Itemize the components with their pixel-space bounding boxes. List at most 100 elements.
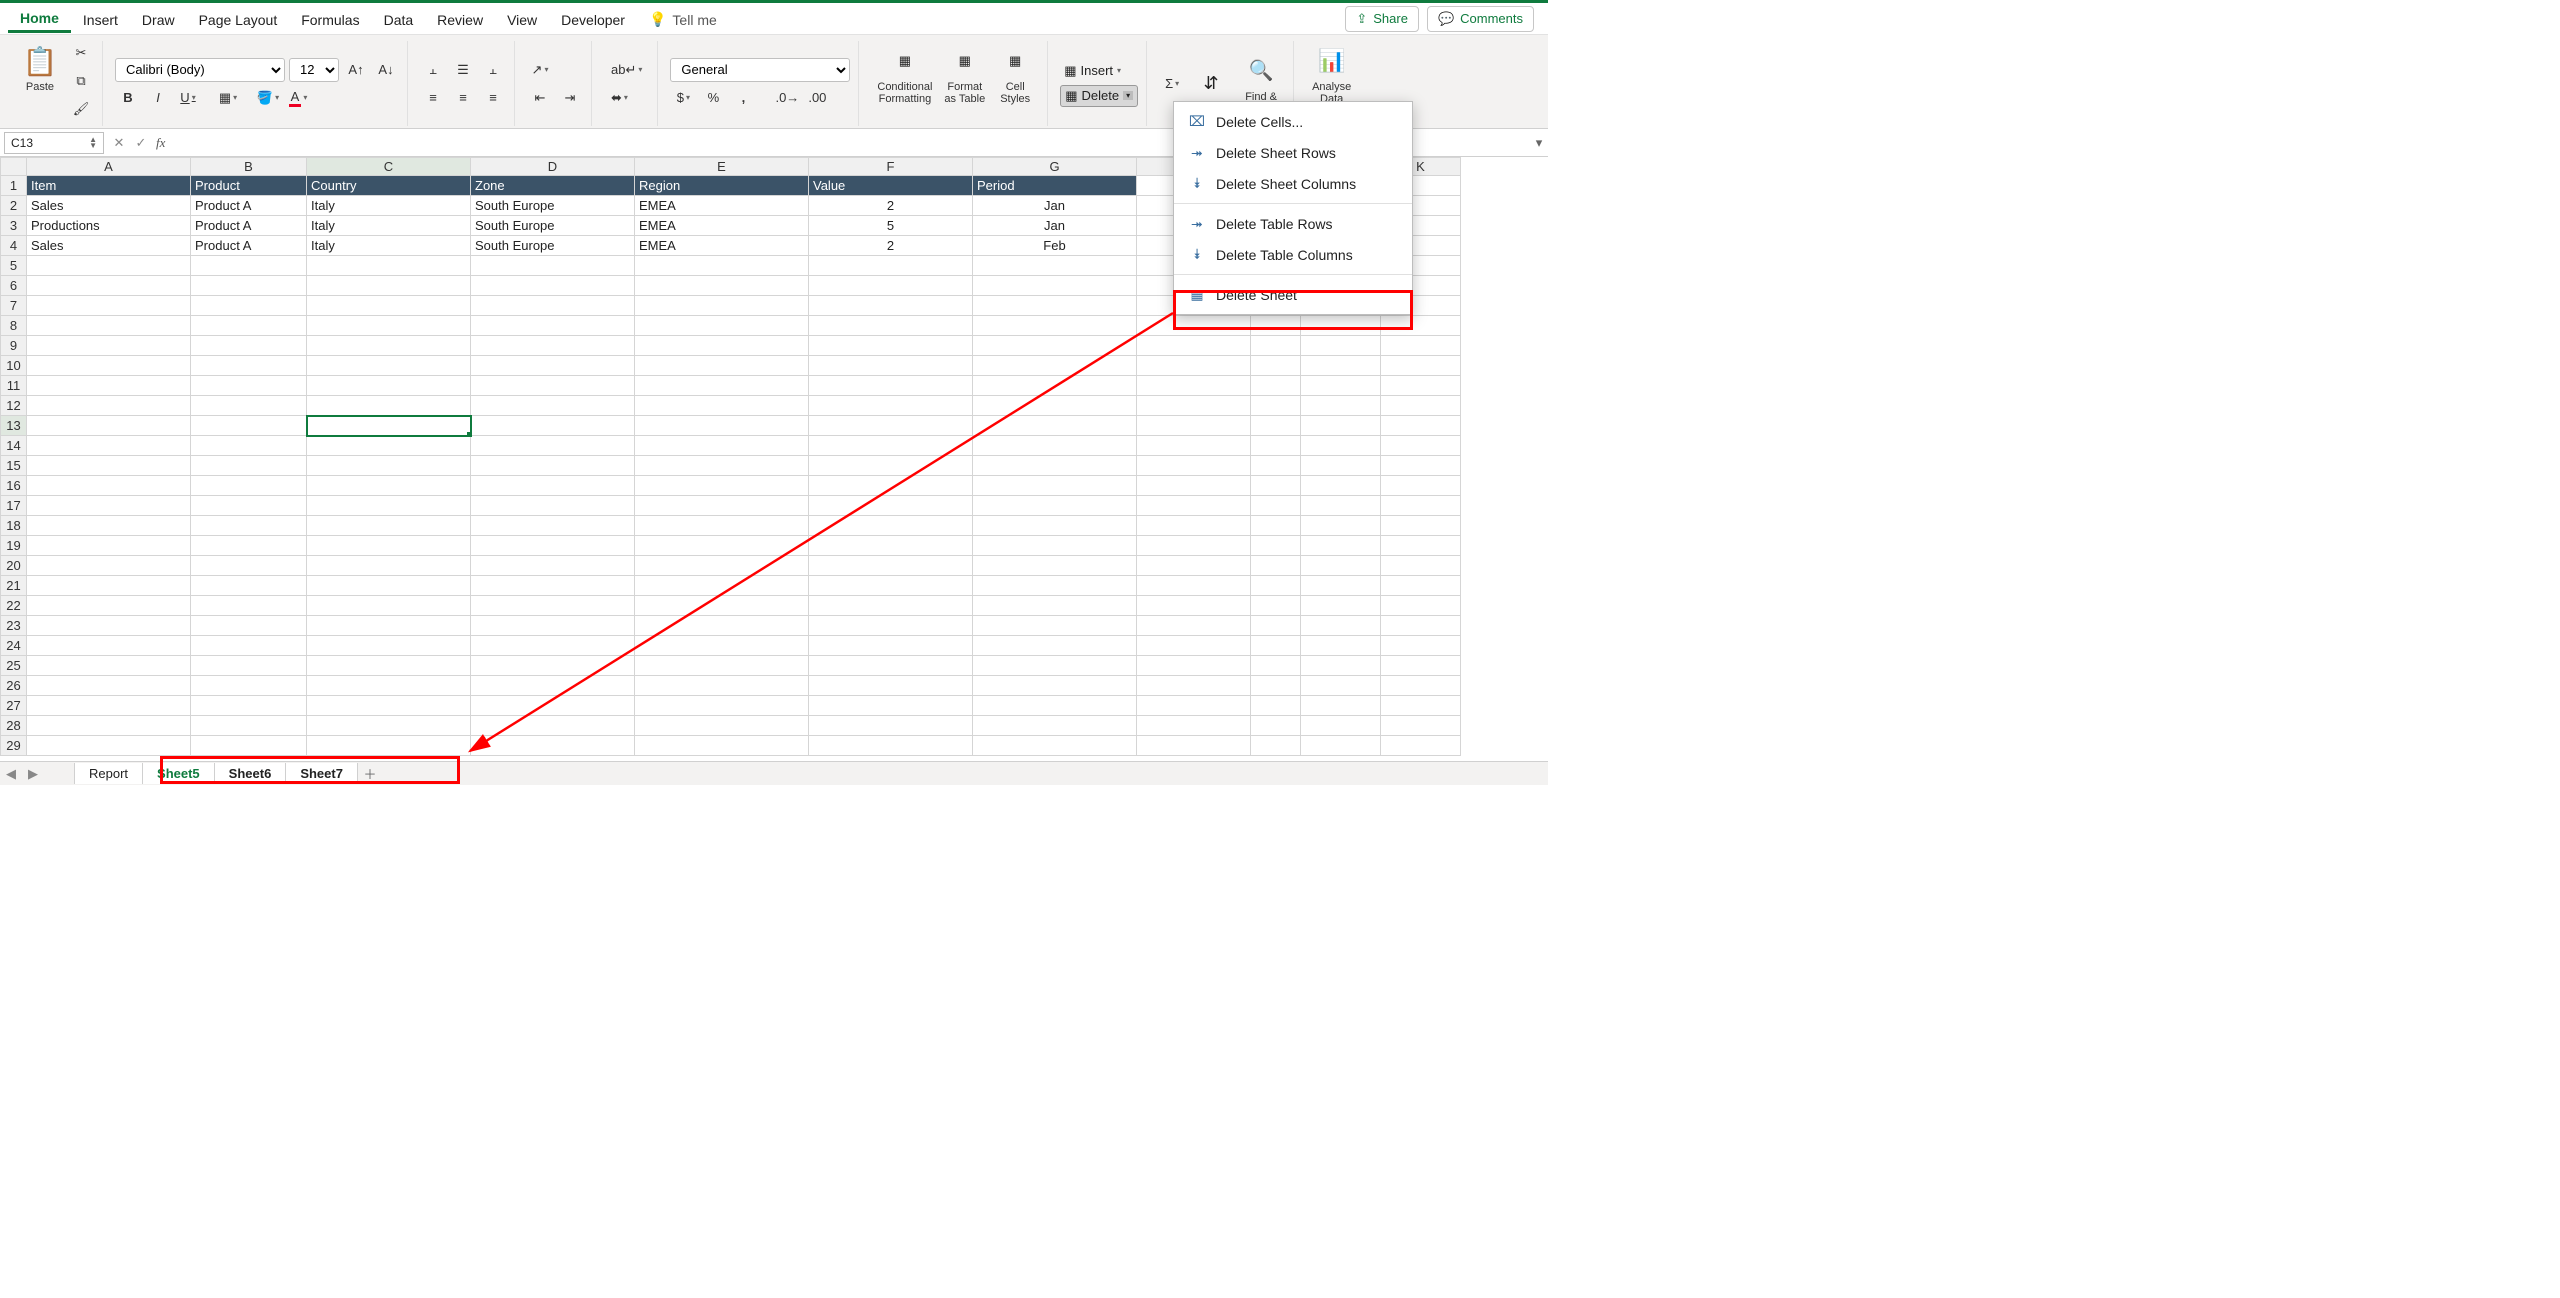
cell[interactable] [635,696,809,716]
cell[interactable] [307,316,471,336]
cell[interactable] [1381,636,1461,656]
cell[interactable] [1381,476,1461,496]
cell[interactable] [191,476,307,496]
cell[interactable]: 2 [809,236,973,256]
cell[interactable]: South Europe [471,196,635,216]
cell[interactable] [1251,516,1301,536]
cell[interactable]: Product [191,176,307,196]
cell[interactable]: Sales [27,236,191,256]
cell[interactable] [1381,336,1461,356]
cell[interactable] [809,736,973,756]
cell[interactable] [1381,416,1461,436]
cell[interactable] [973,596,1137,616]
cell[interactable] [307,356,471,376]
cell[interactable] [27,356,191,376]
cell[interactable] [1137,416,1251,436]
cell[interactable] [1251,316,1301,336]
cell[interactable] [1137,336,1251,356]
align-top-button[interactable]: ⫠ [420,58,446,82]
cell[interactable] [307,376,471,396]
row-header[interactable]: 6 [1,276,27,296]
cell[interactable] [307,416,471,436]
row-header[interactable]: 16 [1,476,27,496]
cell[interactable] [1301,656,1381,676]
cell[interactable] [471,536,635,556]
cell[interactable] [307,556,471,576]
share-button[interactable]: ⇪ Share [1345,6,1419,32]
cell[interactable]: Item [27,176,191,196]
align-middle-button[interactable]: ☰ [450,58,476,82]
cell[interactable] [809,676,973,696]
cell[interactable] [973,336,1137,356]
cell[interactable]: Italy [307,196,471,216]
cell[interactable] [307,436,471,456]
cell[interactable] [809,456,973,476]
cell[interactable] [973,636,1137,656]
cell[interactable] [27,696,191,716]
cell[interactable] [191,376,307,396]
cell[interactable] [27,616,191,636]
delete-cells-button[interactable]: ▦Delete▾ [1060,85,1138,107]
cell[interactable] [1301,676,1381,696]
cell[interactable] [27,276,191,296]
cell[interactable] [1137,516,1251,536]
cell[interactable] [809,496,973,516]
cell[interactable] [635,496,809,516]
cell[interactable] [973,476,1137,496]
cell[interactable] [471,596,635,616]
merge-button[interactable]: ⬌ [604,86,635,110]
cell[interactable]: Region [635,176,809,196]
cell[interactable] [1301,536,1381,556]
cell[interactable]: Product A [191,196,307,216]
cell[interactable] [635,456,809,476]
cell[interactable] [1381,596,1461,616]
cell[interactable] [191,556,307,576]
cell[interactable] [635,436,809,456]
cell[interactable] [27,316,191,336]
cell[interactable] [1137,656,1251,676]
name-box[interactable]: C13 ▲▼ [4,132,104,154]
cell[interactable] [1301,516,1381,536]
row-header[interactable]: 7 [1,296,27,316]
cell[interactable] [307,676,471,696]
cell[interactable] [973,556,1137,576]
cell[interactable] [1137,476,1251,496]
number-format-select[interactable]: General [670,58,850,82]
expand-formula-bar-button[interactable]: ▾ [1530,135,1548,151]
cell[interactable] [809,556,973,576]
paste-button[interactable]: 📋 Paste [16,41,64,95]
cell[interactable]: Zone [471,176,635,196]
row-header[interactable]: 4 [1,236,27,256]
cell[interactable] [191,596,307,616]
analyse-data-button[interactable]: 📊Analyse Data [1306,41,1357,107]
cell[interactable] [1301,696,1381,716]
column-header[interactable]: G [973,158,1137,176]
orientation-button[interactable]: ↗ [527,58,553,82]
cell[interactable] [1381,516,1461,536]
decrease-decimal-button[interactable]: .00 [804,86,830,110]
cell[interactable] [635,536,809,556]
cell[interactable] [1301,736,1381,756]
menu-item-delete-sheet-rows[interactable]: ⯮Delete Sheet Rows [1174,137,1412,168]
cell[interactable] [307,736,471,756]
cell[interactable] [1301,356,1381,376]
cell[interactable] [1301,316,1381,336]
cell[interactable]: Period [973,176,1137,196]
column-header[interactable]: A [27,158,191,176]
increase-indent-button[interactable]: ⇥ [557,86,583,110]
font-color-button[interactable]: A [285,86,311,110]
cell[interactable] [809,596,973,616]
cell[interactable] [1381,736,1461,756]
cell[interactable] [307,636,471,656]
cell[interactable] [307,696,471,716]
cell[interactable]: Product A [191,236,307,256]
italic-button[interactable]: I [145,86,171,110]
cell[interactable] [809,416,973,436]
insert-cells-button[interactable]: ▦Insert▾ [1060,61,1138,81]
row-header[interactable]: 5 [1,256,27,276]
cell[interactable] [27,516,191,536]
cell[interactable] [635,616,809,636]
cell[interactable] [471,496,635,516]
cell[interactable]: EMEA [635,236,809,256]
cell[interactable] [1301,496,1381,516]
